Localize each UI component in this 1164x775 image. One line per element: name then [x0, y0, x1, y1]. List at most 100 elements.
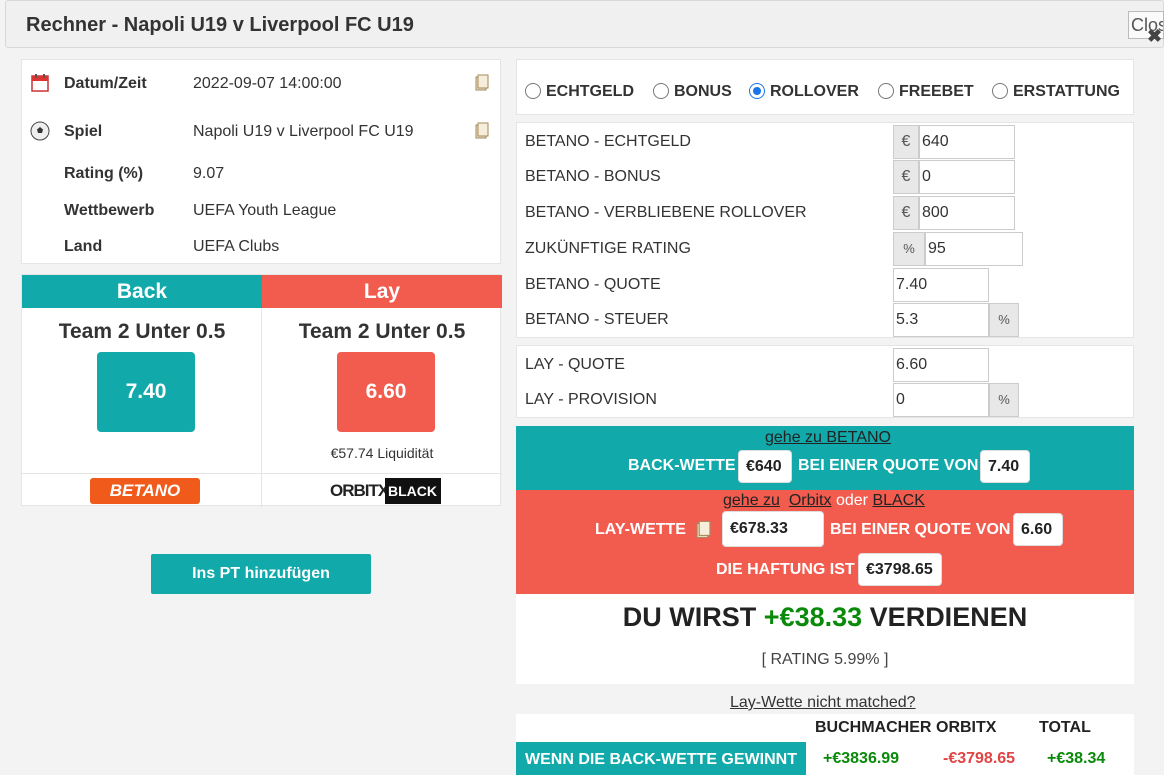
- calculator-window: Rechner - Napoli U19 v Liverpool FC U19 …: [0, 0, 1164, 775]
- close-icon[interactable]: ✖: [1147, 26, 1162, 47]
- percent-addon: %: [893, 232, 925, 266]
- country-label: Land: [64, 238, 103, 255]
- real-money-label: BETANO - ECHTGELD: [525, 133, 691, 150]
- mode-label: ERSTATTUNG: [1013, 83, 1120, 100]
- copy-icon[interactable]: [475, 74, 489, 91]
- profit-headline: DU WIRST +€38.33 VERDIENEN: [516, 602, 1134, 633]
- back-instruction-panel: gehe zu BETANO BACK-WETTE €640 BEI EINER…: [516, 426, 1134, 490]
- competition-label: Wettbewerb: [64, 202, 155, 219]
- lay-odds-input[interactable]: 6.60: [893, 348, 989, 382]
- competition-value: UEFA Youth League: [193, 202, 337, 219]
- col-bookmaker: BUCHMACHER: [815, 719, 932, 736]
- rating-label: Rating (%): [64, 165, 144, 182]
- commission-input[interactable]: 0: [893, 383, 989, 417]
- commission-label: LAY - PROVISION: [525, 391, 657, 408]
- goto-prefix: gehe zu: [723, 492, 780, 509]
- back-header: Back: [22, 275, 262, 308]
- col-total: TOTAL: [1039, 719, 1091, 736]
- lay-fields-panel: LAY - QUOTE 6.60 LAY - PROVISION 0 %: [516, 345, 1134, 418]
- bookmaker-result: +€3836.99: [823, 750, 900, 767]
- lay-odds-value[interactable]: 6.60: [1013, 513, 1063, 546]
- mode-label: BONUS: [674, 83, 732, 100]
- mode-echtgeld[interactable]: ECHTGELD: [525, 83, 634, 101]
- back-odds-button[interactable]: 7.40: [97, 352, 195, 432]
- lay-instruction-panel: gehe zu Orbitx oder BLACK LAY-WETTE €678…: [516, 490, 1134, 594]
- calendar-icon: [31, 74, 49, 92]
- copy-icon[interactable]: [696, 520, 711, 539]
- logo-divider: [22, 473, 502, 474]
- profit-prefix: DU WIRST: [622, 602, 757, 632]
- lay-stake[interactable]: €678.33: [722, 511, 824, 547]
- percent-addon: %: [989, 303, 1019, 337]
- match-value: Napoli U19 v Liverpool FC U19: [193, 123, 414, 140]
- mode-label: ECHTGELD: [546, 83, 634, 100]
- lay-liquidity: €57.74 Liquidität: [330, 445, 434, 461]
- liability-value[interactable]: €3798.65: [858, 553, 942, 586]
- goto-black-link[interactable]: BLACK: [872, 492, 924, 509]
- lay-odds-button[interactable]: 6.60: [337, 352, 435, 432]
- goto-orbitx-link[interactable]: Orbitx: [789, 492, 832, 509]
- country-value: UEFA Clubs: [193, 238, 280, 255]
- radio-icon[interactable]: [653, 83, 669, 99]
- lay-selection: Team 2 Unter 0.5: [298, 320, 466, 343]
- future-rating-input[interactable]: 95: [925, 232, 1023, 266]
- mode-label: FREEBET: [899, 83, 974, 100]
- title-bar: Rechner - Napoli U19 v Liverpool FC U19: [5, 0, 1164, 48]
- mode-freebet[interactable]: FREEBET: [878, 83, 974, 101]
- mode-label: ROLLOVER: [770, 83, 859, 100]
- rollover-label: BETANO - VERBLIEBENE ROLLOVER: [525, 204, 807, 221]
- bonus-input[interactable]: 0: [919, 160, 1015, 194]
- goto-betano-link[interactable]: gehe zu BETANO: [765, 429, 891, 447]
- add-to-pt-button[interactable]: Ins PT hinzufügen: [151, 554, 371, 594]
- betano-logo[interactable]: BETANO: [90, 478, 200, 504]
- total-result: +€38.34: [1047, 750, 1106, 767]
- lay-odds-text: BEI EINER QUOTE VON: [830, 521, 1011, 538]
- profit-amount: +€38.33: [763, 602, 863, 632]
- radio-selected-icon[interactable]: [749, 83, 765, 99]
- back-odds-label: BETANO - QUOTE: [525, 276, 661, 293]
- bonus-label: BETANO - BONUS: [525, 168, 661, 185]
- goto-or-text: oder: [835, 492, 868, 509]
- orbitx-logo-text: ORBITX: [330, 481, 389, 500]
- radio-icon[interactable]: [992, 83, 1008, 99]
- window-title: Rechner - Napoli U19 v Liverpool FC U19: [26, 14, 414, 36]
- mode-bonus[interactable]: BONUS: [653, 83, 732, 101]
- copy-icon[interactable]: [475, 122, 489, 139]
- lay-unmatched-link[interactable]: Lay-Wette nicht matched?: [730, 694, 916, 712]
- rollover-input[interactable]: 800: [919, 196, 1015, 230]
- soccer-ball-icon: [30, 121, 50, 141]
- betano-logo-text: BETANO: [109, 481, 181, 500]
- back-fields-panel: BETANO - ECHTGELD € 640 BETANO - BONUS €…: [516, 122, 1134, 338]
- mode-rollover[interactable]: ROLLOVER: [749, 83, 859, 101]
- radio-icon[interactable]: [525, 83, 541, 99]
- back-odds-input[interactable]: 7.40: [893, 268, 989, 302]
- radio-icon[interactable]: [878, 83, 894, 99]
- tax-input[interactable]: 5.3: [893, 303, 989, 337]
- back-bet-label: BACK-WETTE: [628, 457, 736, 474]
- currency-addon: €: [893, 196, 919, 230]
- lay-odds-label: LAY - QUOTE: [525, 356, 625, 373]
- back-stake[interactable]: €640: [738, 450, 792, 483]
- back-odds-value[interactable]: 7.40: [980, 450, 1030, 483]
- liability-label: DIE HAFTUNG IST: [716, 561, 855, 578]
- mode-erstattung[interactable]: ERSTATTUNG: [992, 83, 1120, 101]
- rating-value: 9.07: [193, 165, 225, 182]
- back-wins-label: WENN DIE BACK-WETTE GEWINNT: [525, 751, 797, 768]
- goto-exchange-line: gehe zu Orbitx oder BLACK: [723, 492, 925, 510]
- profit-panel: DU WIRST +€38.33 VERDIENEN [ RATING 5.99…: [516, 594, 1134, 684]
- tax-label: BETANO - STEUER: [525, 311, 669, 328]
- profit-suffix: VERDIENEN: [869, 602, 1028, 632]
- summary-row-label: WENN DIE BACK-WETTE GEWINNT: [516, 742, 806, 775]
- lay-bet-label: LAY-WETTE: [595, 521, 686, 538]
- percent-addon: %: [989, 383, 1019, 417]
- event-info-panel: Datum/Zeit 2022-09-07 14:00:00 Spiel Nap…: [21, 59, 501, 264]
- real-money-input[interactable]: 640: [919, 125, 1015, 159]
- back-lay-panel: Back Lay Team 2 Unter 0.5 7.40 Team 2 Un…: [21, 274, 502, 507]
- match-label: Spiel: [64, 123, 103, 140]
- back-odds-text: BEI EINER QUOTE VON: [798, 457, 979, 474]
- profit-rating: [ RATING 5.99% ]: [761, 651, 889, 668]
- datetime-label: Datum/Zeit: [64, 75, 147, 92]
- currency-addon: €: [893, 160, 919, 194]
- currency-addon: €: [893, 125, 919, 159]
- future-rating-label: ZUKÜNFTIGE RATING: [525, 240, 691, 257]
